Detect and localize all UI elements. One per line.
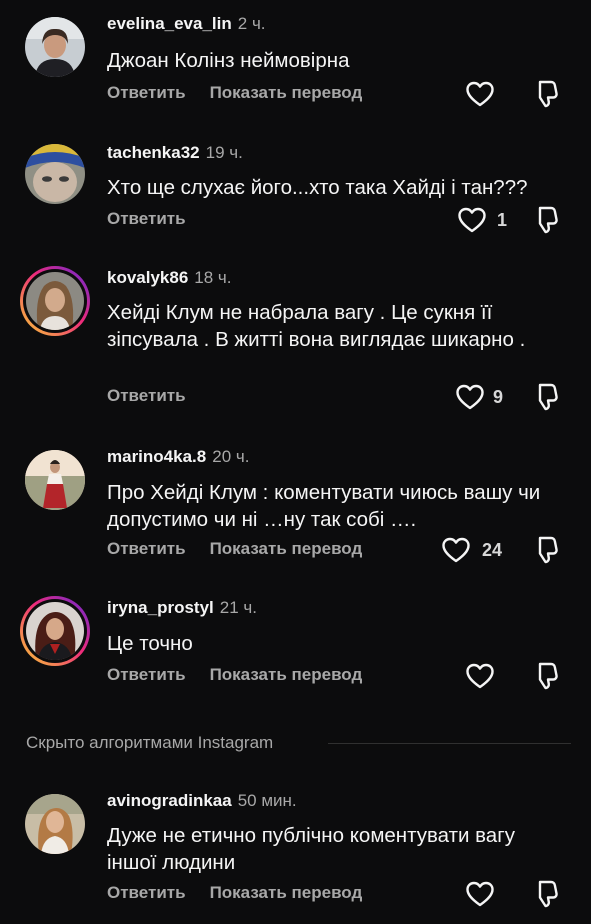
divider-line bbox=[328, 743, 571, 744]
heart-icon[interactable] bbox=[465, 662, 495, 690]
like-count: 9 bbox=[493, 387, 504, 407]
comment-text: Дуже не етично публічно коментувати вагу… bbox=[107, 824, 515, 874]
avatar-photo bbox=[26, 272, 84, 330]
comment-text: Джоан Колінз неймовірна bbox=[107, 49, 350, 72]
show-translation-button[interactable]: Показать перевод bbox=[210, 539, 363, 559]
thumbs-down-icon[interactable] bbox=[530, 205, 560, 235]
reply-button[interactable]: Ответить bbox=[107, 539, 186, 559]
reply-button[interactable]: Ответить bbox=[107, 665, 186, 685]
comment-username[interactable]: avinogradinkaa bbox=[107, 791, 232, 810]
thumbs-down-icon[interactable] bbox=[530, 535, 560, 565]
reply-button[interactable]: Ответить bbox=[107, 83, 186, 103]
thumbs-down-icon[interactable] bbox=[530, 382, 560, 412]
heart-icon[interactable] bbox=[465, 80, 495, 108]
comment-username[interactable]: tachenka32 bbox=[107, 143, 200, 162]
like-count: 24 bbox=[482, 540, 503, 560]
hidden-comments-divider[interactable]: Скрыто алгоритмами Instagram bbox=[26, 731, 571, 755]
comment-text: Хейді Клум не набрала вагу . Це сукня її… bbox=[107, 301, 526, 351]
avatar[interactable] bbox=[25, 17, 85, 77]
show-translation-button[interactable]: Показать перевод bbox=[210, 883, 363, 903]
avatar[interactable] bbox=[25, 144, 85, 204]
show-translation-button[interactable]: Показать перевод bbox=[210, 665, 363, 685]
comment-timestamp: 2 ч. bbox=[237, 14, 266, 33]
avatar[interactable] bbox=[25, 450, 85, 510]
comment-timestamp: 21 ч. bbox=[219, 598, 257, 617]
comment-text: Про Хейді Клум : коментувати чиюсь вашу … bbox=[107, 481, 541, 531]
like-count: 1 bbox=[497, 210, 508, 230]
comment-text: Хто ще слухає його...хто така Хайді і та… bbox=[107, 176, 528, 199]
reply-button[interactable]: Ответить bbox=[107, 209, 186, 229]
heart-icon[interactable] bbox=[457, 206, 487, 234]
comment-username[interactable]: evelina_eva_lin bbox=[107, 14, 232, 33]
hidden-comments-label: Скрыто алгоритмами Instagram bbox=[26, 733, 274, 752]
comment-timestamp: 50 мин. bbox=[237, 791, 297, 810]
comment-text: Це точно bbox=[107, 632, 193, 655]
comment-timestamp: 18 ч. bbox=[194, 268, 232, 287]
comment-username[interactable]: iryna_prostyl bbox=[107, 598, 214, 617]
reply-button[interactable]: Ответить bbox=[107, 883, 186, 903]
thumbs-down-icon[interactable] bbox=[530, 79, 560, 109]
heart-icon[interactable] bbox=[455, 383, 485, 411]
comment-username[interactable]: marino4ka.8 bbox=[107, 447, 206, 466]
avatar-photo bbox=[26, 602, 84, 660]
comment-timestamp: 20 ч. bbox=[212, 447, 250, 466]
thumbs-down-icon[interactable] bbox=[530, 661, 560, 691]
show-translation-button[interactable]: Показать перевод bbox=[210, 83, 363, 103]
avatar[interactable] bbox=[20, 596, 90, 666]
heart-icon[interactable] bbox=[441, 536, 471, 564]
avatar[interactable] bbox=[20, 266, 90, 336]
comment-timestamp: 19 ч. bbox=[205, 143, 243, 162]
reply-button[interactable]: Ответить bbox=[107, 386, 186, 406]
avatar[interactable] bbox=[25, 794, 85, 854]
comment-username[interactable]: kovalyk86 bbox=[107, 268, 188, 287]
thumbs-down-icon[interactable] bbox=[530, 879, 560, 909]
heart-icon[interactable] bbox=[465, 880, 495, 908]
